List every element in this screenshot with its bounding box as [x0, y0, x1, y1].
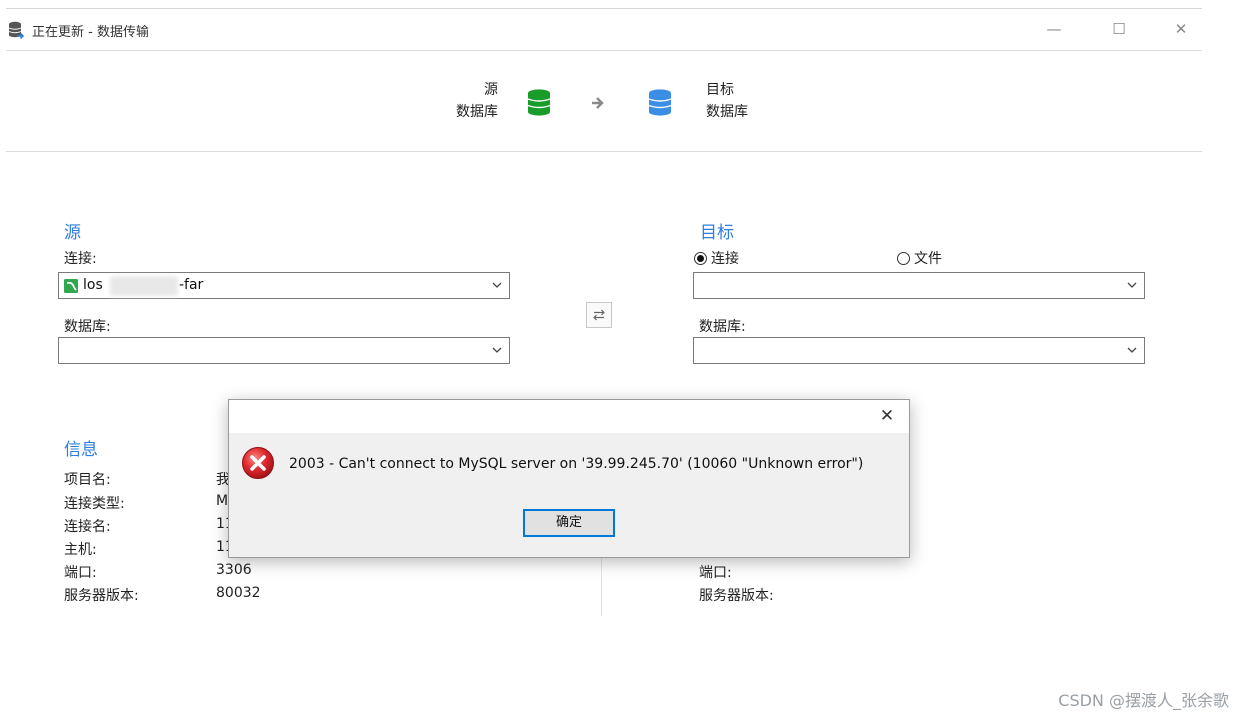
step-source-line1: 源	[484, 82, 498, 98]
data-transfer-icon	[8, 21, 24, 39]
title-bar: 正在更新 - 数据传输 — ☐ ✕	[6, 9, 1202, 49]
info-label: 端口:	[64, 565, 97, 581]
dialog-close-button[interactable]: ✕	[877, 406, 897, 426]
step-source-line2: 数据库	[456, 104, 498, 120]
ok-button[interactable]: 确定	[523, 509, 615, 537]
chevron-down-icon	[492, 282, 502, 288]
info-label: 连接名:	[64, 519, 111, 535]
source-connection-label: 连接:	[64, 251, 97, 267]
target-radio-file[interactable]: 文件	[897, 248, 942, 268]
error-icon	[242, 447, 274, 479]
info-value: M	[216, 493, 229, 509]
error-dialog: ✕ 2003 - Can't connect to MySQL server o…	[228, 399, 910, 558]
chevron-down-icon	[492, 347, 502, 353]
chevron-down-icon	[1127, 347, 1137, 353]
source-section-title: 源	[64, 223, 81, 243]
info-label: 主机:	[64, 542, 97, 558]
minimize-button[interactable]: —	[1042, 17, 1066, 41]
swap-icon	[593, 309, 605, 321]
target-radio-connection[interactable]: 连接	[694, 248, 739, 268]
source-connection-suffix: -far	[179, 277, 204, 293]
target-connection-select[interactable]	[693, 272, 1145, 299]
target-radio-file-label: 文件	[914, 251, 942, 267]
arrow-right-icon	[592, 97, 604, 109]
info-label: 端口:	[699, 565, 732, 581]
source-database-icon	[527, 89, 551, 116]
title-separator	[6, 50, 1202, 51]
source-database-label: 数据库:	[64, 319, 111, 335]
info-label: 项目名:	[64, 472, 111, 488]
info-value: 80032	[216, 585, 261, 601]
info-value: 3306	[216, 562, 252, 578]
window-title: 正在更新 - 数据传输	[32, 25, 149, 40]
step-target-line1: 目标	[706, 82, 734, 98]
target-database-label: 数据库:	[699, 319, 746, 335]
source-database-select[interactable]	[58, 337, 510, 364]
radio-unselected-icon	[897, 251, 910, 265]
target-database-select[interactable]	[693, 337, 1145, 364]
source-connection-select[interactable]: los -far	[58, 272, 510, 299]
header-separator	[6, 151, 1202, 152]
target-radio-connection-label: 连接	[711, 251, 739, 267]
info-section-title: 信息	[64, 440, 98, 460]
step-source-label: 源 数据库	[438, 79, 498, 123]
info-label: 连接类型:	[64, 496, 125, 512]
target-database-icon	[648, 89, 672, 116]
target-section-title: 目标	[700, 223, 734, 243]
close-button[interactable]: ✕	[1169, 17, 1193, 41]
radio-selected-icon	[694, 251, 707, 265]
step-target-label: 目标 数据库	[706, 79, 748, 123]
step-target-line2: 数据库	[706, 104, 748, 120]
watermark-text: CSDN @摆渡人_张余歌	[1058, 691, 1229, 710]
info-label: 服务器版本:	[64, 588, 139, 604]
info-label: 服务器版本:	[699, 588, 774, 604]
source-connection-prefix: los	[83, 277, 103, 293]
redacted-blur	[110, 276, 178, 296]
chevron-down-icon	[1127, 282, 1137, 288]
error-message: 2003 - Can't connect to MySQL server on …	[289, 456, 864, 472]
dialog-title-bar: ✕	[229, 400, 909, 433]
swap-button[interactable]	[586, 302, 612, 328]
maximize-button[interactable]: ☐	[1107, 17, 1131, 41]
mysql-connection-icon	[64, 279, 78, 293]
